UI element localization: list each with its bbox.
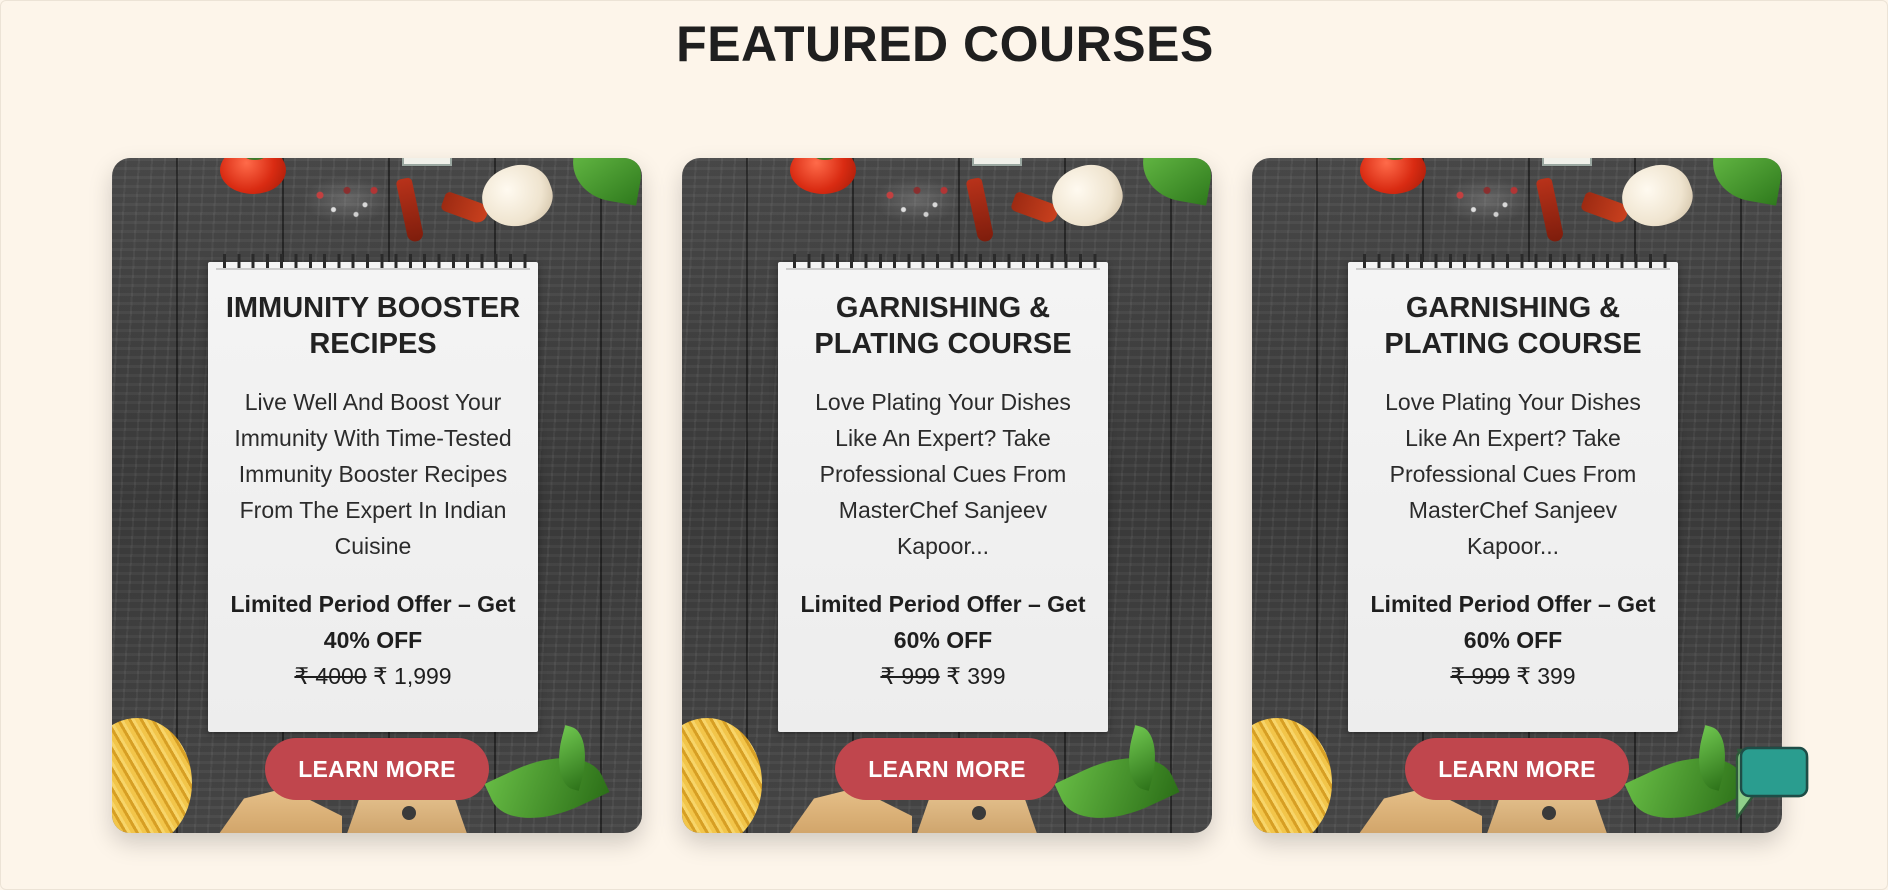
learn-more-button[interactable]: LEARN MORE bbox=[835, 738, 1059, 800]
basil-leaf-image bbox=[484, 737, 610, 833]
course-description: Love Plating Your Dishes Like An Expert?… bbox=[1385, 389, 1641, 559]
basil-leaf-image bbox=[567, 158, 642, 206]
pasta-image bbox=[682, 718, 762, 833]
chili-image bbox=[965, 177, 995, 243]
price: ₹ 999 ₹ 399 bbox=[1348, 658, 1678, 694]
basil-leaf-image bbox=[1707, 158, 1782, 206]
course-card: GARNISHING & PLATING COURSE Love Plating… bbox=[1252, 158, 1782, 833]
course-title: GARNISHING & PLATING COURSE bbox=[814, 292, 1072, 360]
chili-image bbox=[1535, 177, 1565, 243]
course-title: IMMUNITY BOOSTER RECIPES bbox=[225, 292, 521, 360]
course-description: Live Well And Boost Your Immunity With T… bbox=[234, 389, 512, 559]
basil-leaf-image bbox=[1137, 158, 1212, 206]
new-price: ₹ 399 bbox=[1516, 663, 1576, 689]
tomato-image bbox=[220, 158, 286, 194]
offer-text: Limited Period Offer – Get 40% OFF bbox=[230, 591, 516, 653]
section-title: FEATURED COURSES bbox=[676, 16, 1214, 72]
chili-image bbox=[1009, 190, 1061, 226]
cup-image bbox=[1542, 158, 1592, 166]
garlic-image bbox=[473, 158, 561, 237]
cup-image bbox=[972, 158, 1022, 166]
course-cards: IMMUNITY BOOSTER RECIPES Live Well And B… bbox=[112, 158, 1782, 833]
old-price: ₹ 999 bbox=[880, 663, 940, 689]
basil-leaf-image bbox=[549, 725, 595, 791]
course-title: GARNISHING & PLATING COURSE bbox=[1384, 292, 1642, 360]
pasta-image bbox=[1252, 718, 1332, 833]
garlic-image bbox=[1043, 158, 1131, 237]
course-card: GARNISHING & PLATING COURSE Love Plating… bbox=[682, 158, 1212, 833]
basil-leaf-image bbox=[1119, 725, 1165, 791]
course-description: Love Plating Your Dishes Like An Expert?… bbox=[815, 389, 1071, 559]
featured-courses-section: FEATURED COURSES IMMUNITY BOOSTER RECIPE… bbox=[0, 0, 1888, 890]
cup-image bbox=[402, 158, 452, 166]
board-hole bbox=[1542, 806, 1556, 820]
price: ₹ 999 ₹ 399 bbox=[778, 658, 1108, 694]
board-hole bbox=[402, 806, 416, 820]
card-content: IMMUNITY BOOSTER RECIPES Live Well And B… bbox=[208, 262, 538, 732]
garlic-image bbox=[1613, 158, 1701, 237]
new-price: ₹ 399 bbox=[946, 663, 1006, 689]
spices-image bbox=[302, 176, 392, 224]
learn-more-button[interactable]: LEARN MORE bbox=[265, 738, 489, 800]
pasta-image bbox=[112, 718, 192, 833]
card-content: GARNISHING & PLATING COURSE Love Plating… bbox=[778, 262, 1108, 732]
chili-image bbox=[439, 190, 491, 226]
tomato-stem-image bbox=[1384, 158, 1406, 160]
tomato-stem-image bbox=[244, 158, 266, 160]
spices-image bbox=[872, 176, 962, 224]
board-hole bbox=[972, 806, 986, 820]
chat-bubbles-svg bbox=[1735, 746, 1809, 822]
chili-image bbox=[1579, 190, 1631, 226]
basil-leaf-image bbox=[1689, 725, 1735, 791]
learn-more-button[interactable]: LEARN MORE bbox=[1405, 738, 1629, 800]
new-price: ₹ 1,999 bbox=[373, 663, 452, 689]
tomato-image bbox=[1360, 158, 1426, 194]
old-price: ₹ 999 bbox=[1450, 663, 1510, 689]
spices-image bbox=[1442, 176, 1532, 224]
course-card: IMMUNITY BOOSTER RECIPES Live Well And B… bbox=[112, 158, 642, 833]
card-content: GARNISHING & PLATING COURSE Love Plating… bbox=[1348, 262, 1678, 732]
price: ₹ 4000 ₹ 1,999 bbox=[208, 658, 538, 694]
offer-text: Limited Period Offer – Get 60% OFF bbox=[800, 591, 1086, 653]
chat-bubbles-icon[interactable] bbox=[1729, 734, 1819, 822]
tomato-stem-image bbox=[814, 158, 836, 160]
offer-text: Limited Period Offer – Get 60% OFF bbox=[1370, 591, 1656, 653]
basil-leaf-image bbox=[1054, 737, 1180, 833]
tomato-image bbox=[790, 158, 856, 194]
chili-image bbox=[395, 177, 425, 243]
old-price: ₹ 4000 bbox=[294, 663, 367, 689]
